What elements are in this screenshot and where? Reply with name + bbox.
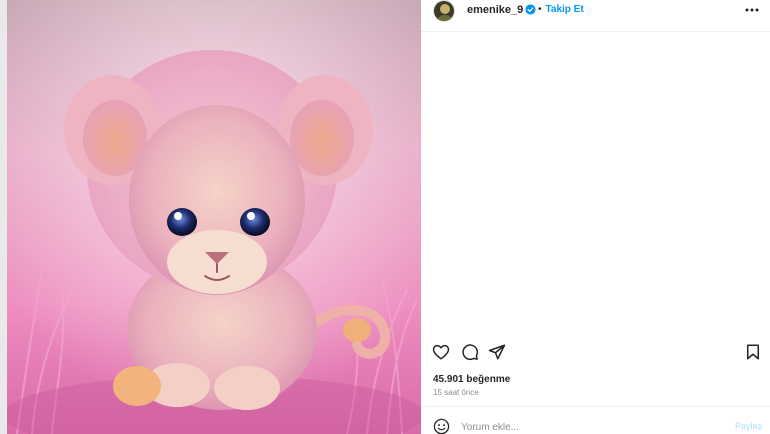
- heart-icon[interactable]: [432, 343, 450, 361]
- follow-label: Takip Et: [545, 4, 584, 15]
- post-image[interactable]: [7, 0, 421, 434]
- post-comment-button[interactable]: Paylaş: [735, 421, 762, 431]
- action-bar: [421, 343, 770, 365]
- lion-cub-illustration: [7, 0, 421, 434]
- post-header: emenike_9 • Takip Et: [421, 0, 770, 32]
- separator-dot: •: [538, 4, 542, 15]
- comment-box: Paylaş: [421, 406, 770, 434]
- more-options-icon[interactable]: [744, 3, 760, 17]
- comment-input[interactable]: [461, 419, 711, 434]
- avatar-image: [434, 1, 454, 21]
- likes-count[interactable]: 45.901 beğenme: [433, 374, 510, 385]
- post-panel: emenike_9 • Takip Et 45.901 beğenme 15 sa…: [421, 0, 770, 434]
- comment-icon[interactable]: [461, 343, 479, 361]
- verified-badge-icon: [525, 4, 536, 15]
- left-margin: [0, 0, 7, 434]
- follow-button[interactable]: • Takip Et: [538, 4, 584, 15]
- emoji-icon[interactable]: [433, 418, 450, 434]
- bookmark-icon[interactable]: [744, 343, 762, 361]
- share-icon[interactable]: [488, 343, 506, 361]
- avatar[interactable]: [433, 0, 455, 22]
- username[interactable]: emenike_9: [467, 4, 523, 16]
- post-timestamp[interactable]: 15 saat önce: [433, 388, 479, 397]
